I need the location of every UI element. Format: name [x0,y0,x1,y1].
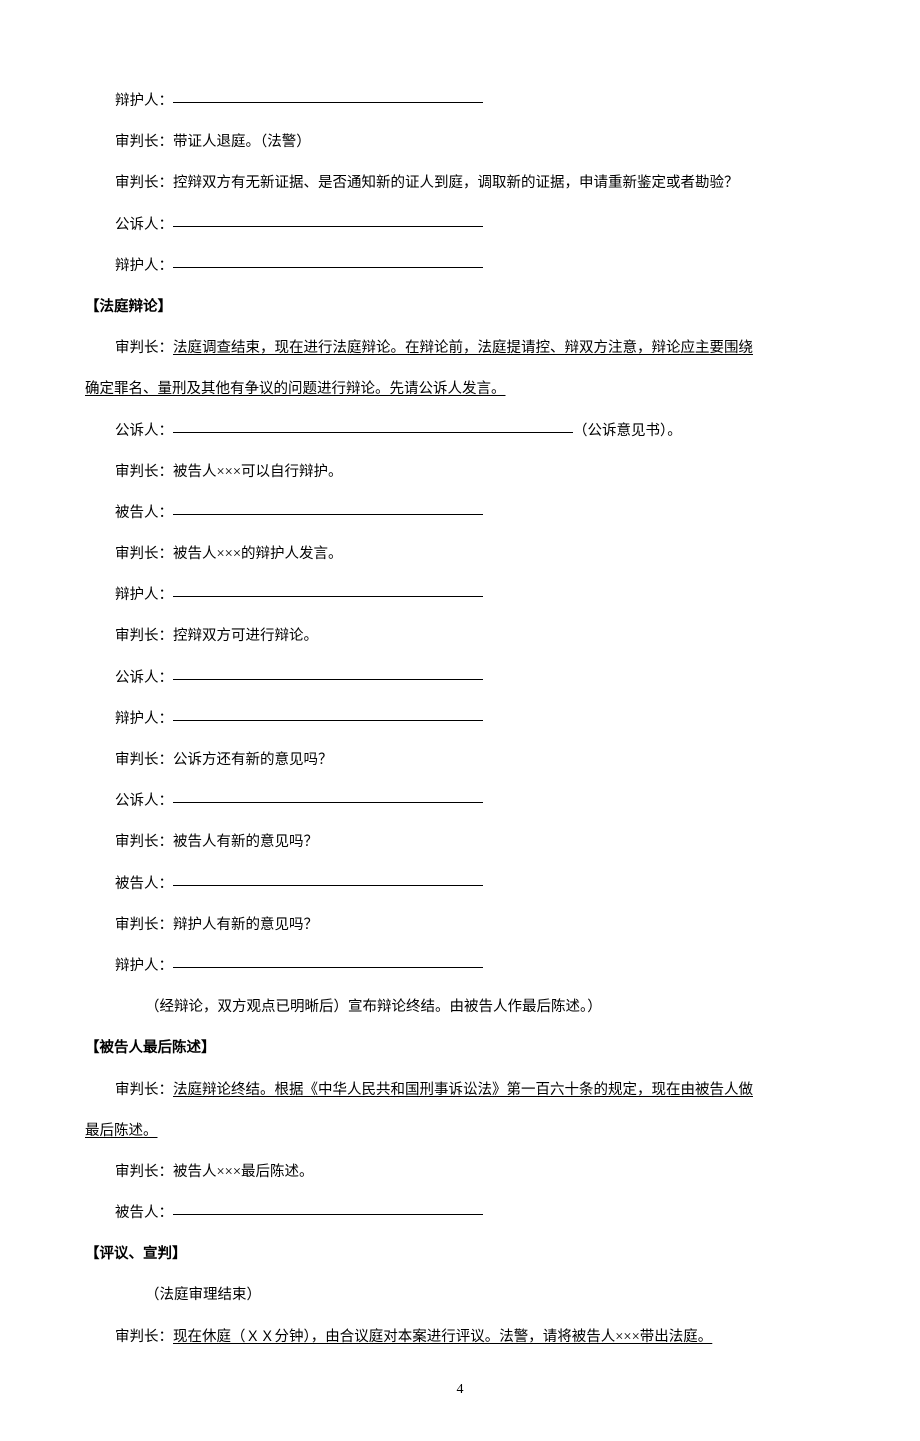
section-court-debate-header: 【法庭辩论】 [85,296,835,319]
label: 审判长： [115,1329,173,1345]
suffix: （公诉意见书）。 [573,423,682,439]
blank-field [173,89,483,104]
text: 审判长：辩护人有新的意见吗？ [115,917,318,933]
label-defender: 辩护人： [115,93,173,109]
text: 审判长：公诉方还有新的意见吗？ [115,752,333,768]
text: （经辩论，双方观点已明晰后）宣布辩论终结。由被告人作最后陈述。） [145,999,602,1015]
line-judge-final-statement: 审判长：法庭辩论终结。根据《中华人民共和国刑事诉讼法》第一百六十条的规定，现在由… [85,1079,835,1102]
label-prosecutor: 公诉人： [115,217,173,233]
blank-field [173,953,483,968]
label: 公诉人： [115,793,173,809]
blank-field [173,706,483,721]
line-judge-defendant-defense: 审判长：被告人×××可以自行辩护。 [85,461,835,484]
blank-field [173,212,483,227]
line-judge-recess: 审判长：现在休庭（ＸＸ分钟），由合议庭对本案进行评议。法警，请将被告人×××带出… [85,1326,835,1349]
line-prosecutor-2: 公诉人： [85,667,835,690]
line-judge-final-statement-cont: 最后陈述。 [85,1120,835,1143]
underlined-text: 法庭辩论终结。根据《中华人民共和国刑事诉讼法》第一百六十条的规定，现在由被告人做 [173,1082,753,1098]
blank-field [173,418,573,433]
line-judge-debate: 审判长：控辩双方可进行辩论。 [85,625,835,648]
text: 审判长：控辩双方可进行辩论。 [115,628,318,644]
line-trial-end-note: （法庭审理结束） [85,1284,835,1307]
text: 审判长：被告人有新的意见吗？ [115,834,318,850]
label: 辩护人： [115,958,173,974]
label: 被告人： [115,1205,173,1221]
text: 审判长：被告人×××的辩护人发言。 [115,546,343,562]
blank-field [173,500,483,515]
blank-field [173,665,483,680]
section-defendant-final-header: 【被告人最后陈述】 [85,1037,835,1060]
line-prosecutor: 公诉人： [85,214,835,237]
page-number: 4 [85,1379,835,1401]
page-number-value: 4 [457,1382,464,1397]
line-judge-defender-opinion: 审判长：辩护人有新的意见吗？ [85,914,835,937]
blank-field [173,253,483,268]
underlined-text: 法庭调查结束，现在进行法庭辩论。在辩论前，法庭提请控、辩双方注意，辩论应主要围绕 [173,340,753,356]
line-judge-debate-open: 审判长：法庭调查结束，现在进行法庭辩论。在辩论前，法庭提请控、辩双方注意，辩论应… [85,337,835,360]
line-judge-defendant-final: 审判长：被告人×××最后陈述。 [85,1161,835,1184]
line-judge-defendant-opinion: 审判长：被告人有新的意见吗？ [85,831,835,854]
line-judge-defender-speak: 审判长：被告人×××的辩护人发言。 [85,543,835,566]
blank-field [173,1201,483,1216]
line-defendant-2: 被告人： [85,873,835,896]
section-title: 【评议、宣判】 [85,1246,187,1262]
line-judge-new-evidence: 审判长：控辩双方有无新证据、是否通知新的证人到庭，调取新的证据，申请重新鉴定或者… [85,172,835,195]
label: 被告人： [115,876,173,892]
label: 公诉人： [115,670,173,686]
section-title: 【法庭辩论】 [85,299,172,315]
underlined-text: 最后陈述。 [85,1123,158,1139]
line-judge-debate-open-cont: 确定罪名、量刑及其他有争议的问题进行辩论。先请公诉人发言。 [85,378,835,401]
label: 辩护人： [115,711,173,727]
text: （法庭审理结束） [145,1287,261,1303]
line-defender-5: 辩护人： [85,955,835,978]
text: 审判长：带证人退庭。（法警） [115,134,311,150]
section-verdict-header: 【评议、宣判】 [85,1243,835,1266]
label: 辩护人： [115,587,173,603]
line-defender-2: 辩护人： [85,255,835,278]
label: 被告人： [115,505,173,521]
line-defender: 辩护人： [85,90,835,113]
line-defendant-3: 被告人： [85,1202,835,1225]
text: 审判长：被告人×××可以自行辩护。 [115,464,343,480]
section-title: 【被告人最后陈述】 [85,1040,216,1056]
line-judge-prosecutor-opinion: 审判长：公诉方还有新的意见吗？ [85,749,835,772]
line-defendant: 被告人： [85,502,835,525]
label: 审判长： [115,1082,173,1098]
line-prosecutor-opinion: 公诉人： （公诉意见书）。 [85,420,835,443]
blank-field [173,583,483,598]
underlined-text: 确定罪名、量刑及其他有争议的问题进行辩论。先请公诉人发言。 [85,381,506,397]
blank-field [173,789,483,804]
label: 审判长： [115,340,173,356]
text: 审判长：控辩双方有无新证据、是否通知新的证人到庭，调取新的证据，申请重新鉴定或者… [115,175,739,191]
text: 审判长：被告人×××最后陈述。 [115,1164,314,1180]
line-judge-witness-exit: 审判长：带证人退庭。（法警） [85,131,835,154]
line-prosecutor-3: 公诉人： [85,790,835,813]
line-debate-end-note: （经辩论，双方观点已明晰后）宣布辩论终结。由被告人作最后陈述。） [85,996,835,1019]
label: 公诉人： [115,423,173,439]
underlined-text: 现在休庭（ＸＸ分钟），由合议庭对本案进行评议。法警，请将被告人×××带出法庭。 [173,1329,712,1345]
blank-field [173,871,483,886]
label-defender: 辩护人： [115,258,173,274]
line-defender-4: 辩护人： [85,708,835,731]
line-defender-3: 辩护人： [85,584,835,607]
